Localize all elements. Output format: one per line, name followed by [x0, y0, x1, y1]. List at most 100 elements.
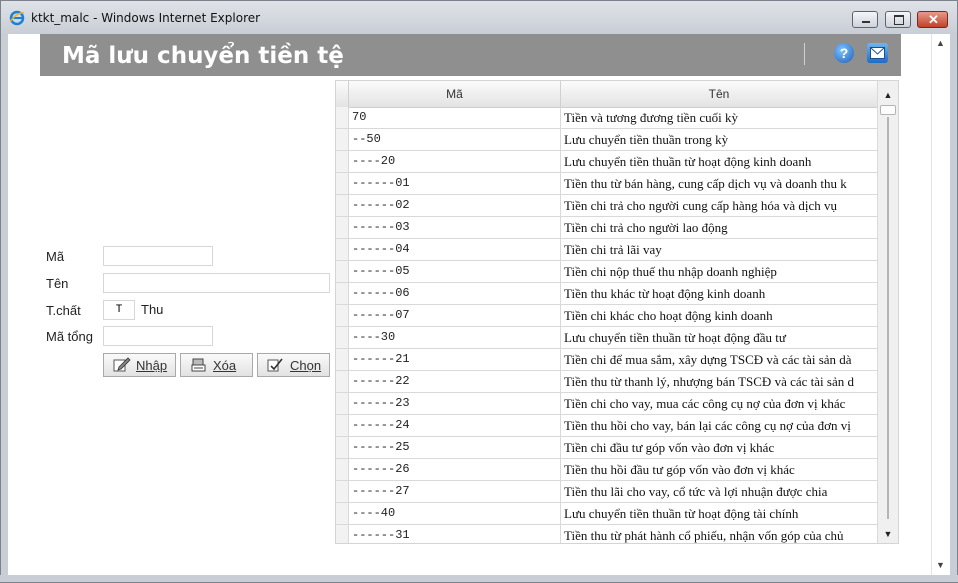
cell-ma[interactable]: ------23: [349, 393, 561, 414]
table-row[interactable]: ----20 Lưu chuyển tiền thuần từ hoạt động…: [336, 151, 877, 173]
table-row[interactable]: ------03 Tiền chi trả cho người lao động: [336, 217, 877, 239]
table-row[interactable]: ----30 Lưu chuyển tiền thuần từ hoạt động…: [336, 327, 877, 349]
table-row[interactable]: --50 Lưu chuyển tiền thuần trong kỳ: [336, 129, 877, 151]
table-row[interactable]: ------07 Tiền chi khác cho hoạt động kinh…: [336, 305, 877, 327]
cell-ma[interactable]: ------05: [349, 261, 561, 282]
cell-ten[interactable]: Tiền chi nộp thuế thu nhập doanh nghiệp: [561, 261, 877, 282]
grid-scroll-up-icon[interactable]: ▲: [878, 87, 898, 104]
table-row[interactable]: ------05 Tiền chi nộp thuế thu nhập doanh…: [336, 261, 877, 283]
row-selector[interactable]: [336, 503, 349, 524]
cell-ma[interactable]: ------01: [349, 173, 561, 194]
row-selector[interactable]: [336, 327, 349, 348]
scroll-up-icon[interactable]: ▲: [936, 38, 945, 48]
grid-scroll-thumb[interactable]: [880, 105, 896, 115]
tchat-input[interactable]: T: [103, 300, 135, 320]
cell-ma[interactable]: ------03: [349, 217, 561, 238]
table-row[interactable]: ------24 Tiền thu hồi cho vay, bán lại cá…: [336, 415, 877, 437]
cell-ten[interactable]: Tiền thu hồi cho vay, bán lại các công c…: [561, 415, 877, 436]
cell-ma[interactable]: ------26: [349, 459, 561, 480]
cell-ma[interactable]: ----20: [349, 151, 561, 172]
cell-ten[interactable]: Tiền thu hồi đầu tư góp vốn vào đơn vị k…: [561, 459, 877, 480]
cell-ten[interactable]: Tiền thu khác từ hoạt động kinh doanh: [561, 283, 877, 304]
xoa-button[interactable]: Xóa: [180, 353, 253, 377]
cell-ma[interactable]: --50: [349, 129, 561, 150]
column-header-ma[interactable]: Mã: [349, 81, 561, 107]
cell-ma[interactable]: ------07: [349, 305, 561, 326]
cell-ten[interactable]: Tiền chi trả lãi vay: [561, 239, 877, 260]
row-selector[interactable]: [336, 415, 349, 436]
table-row[interactable]: ------21 Tiền chi để mua sắm, xây dựng TS…: [336, 349, 877, 371]
table-row[interactable]: ------02 Tiền chi trả cho người cung cấp …: [336, 195, 877, 217]
cell-ten[interactable]: Lưu chuyển tiền thuần từ hoạt động đầu t…: [561, 327, 877, 348]
cell-ten[interactable]: Tiền thu từ phát hành cổ phiếu, nhận vốn…: [561, 525, 877, 543]
row-selector[interactable]: [336, 239, 349, 260]
cell-ten[interactable]: Tiền thu lãi cho vay, cổ tức và lợi nhuậ…: [561, 481, 877, 502]
cell-ma[interactable]: ------31: [349, 525, 561, 543]
help-icon[interactable]: ?: [834, 43, 854, 63]
table-row[interactable]: ------06 Tiền thu khác từ hoạt động kinh …: [336, 283, 877, 305]
row-selector[interactable]: [336, 305, 349, 326]
row-selector[interactable]: [336, 459, 349, 480]
table-row[interactable]: ------27 Tiền thu lãi cho vay, cổ tức và …: [336, 481, 877, 503]
cell-ten[interactable]: Tiền chi trả cho người cung cấp hàng hóa…: [561, 195, 877, 216]
column-header-ten[interactable]: Tên: [561, 81, 877, 107]
grid-scrollbar[interactable]: ▲ ▼: [877, 81, 898, 543]
mail-icon[interactable]: [867, 43, 888, 63]
row-selector[interactable]: [336, 107, 349, 128]
close-button[interactable]: ✕: [917, 11, 948, 28]
cell-ten[interactable]: Lưu chuyển tiền thuần trong kỳ: [561, 129, 877, 150]
cell-ten[interactable]: Tiền chi trả cho người lao động: [561, 217, 877, 238]
chon-button[interactable]: Chọn: [257, 353, 330, 377]
cell-ma[interactable]: ------25: [349, 437, 561, 458]
cell-ten[interactable]: Tiền thu từ bán hàng, cung cấp dịch vụ v…: [561, 173, 877, 194]
table-row[interactable]: ------04 Tiền chi trả lãi vay: [336, 239, 877, 261]
cell-ten[interactable]: Tiền thu từ thanh lý, nhượng bán TSCĐ và…: [561, 371, 877, 392]
ma-input[interactable]: [103, 246, 213, 266]
cell-ma[interactable]: ------04: [349, 239, 561, 260]
row-selector[interactable]: [336, 437, 349, 458]
cell-ten[interactable]: Tiền và tương đương tiền cuối kỳ: [561, 107, 877, 128]
cell-ma[interactable]: ------06: [349, 283, 561, 304]
grid-scroll-down-icon[interactable]: ▼: [878, 526, 898, 543]
cell-ma[interactable]: ------24: [349, 415, 561, 436]
matong-input[interactable]: [103, 326, 213, 346]
cell-ma[interactable]: ----40: [349, 503, 561, 524]
scroll-down-icon[interactable]: ▼: [936, 560, 945, 570]
row-selector[interactable]: [336, 129, 349, 150]
row-selector[interactable]: [336, 151, 349, 172]
row-selector[interactable]: [336, 261, 349, 282]
table-row[interactable]: ------31 Tiền thu từ phát hành cổ phiếu, …: [336, 525, 877, 543]
cell-ten[interactable]: Tiền chi khác cho hoạt động kinh doanh: [561, 305, 877, 326]
row-selector[interactable]: [336, 393, 349, 414]
row-selector[interactable]: [336, 217, 349, 238]
nhap-button[interactable]: Nhập: [103, 353, 176, 377]
row-selector[interactable]: [336, 349, 349, 370]
table-row[interactable]: ------25 Tiền chi đầu tư góp vốn vào đơn …: [336, 437, 877, 459]
row-selector[interactable]: [336, 283, 349, 304]
row-selector[interactable]: [336, 195, 349, 216]
cell-ma[interactable]: ------22: [349, 371, 561, 392]
ten-input[interactable]: [103, 273, 330, 293]
table-row[interactable]: ----40 Lưu chuyển tiền thuần từ hoạt động…: [336, 503, 877, 525]
cell-ma[interactable]: ------27: [349, 481, 561, 502]
cell-ten[interactable]: Tiền chi cho vay, mua các công cụ nợ của…: [561, 393, 877, 414]
table-row[interactable]: ------26 Tiền thu hồi đầu tư góp vốn vào …: [336, 459, 877, 481]
row-selector[interactable]: [336, 481, 349, 502]
row-selector[interactable]: [336, 525, 349, 543]
table-row[interactable]: ------22 Tiền thu từ thanh lý, nhượng bán…: [336, 371, 877, 393]
table-row[interactable]: ------23 Tiền chi cho vay, mua các công c…: [336, 393, 877, 415]
page-scrollbar[interactable]: ▲ ▼: [931, 34, 950, 575]
cell-ma[interactable]: ------21: [349, 349, 561, 370]
table-row[interactable]: ------01 Tiền thu từ bán hàng, cung cấp d…: [336, 173, 877, 195]
cell-ten[interactable]: Tiền chi để mua sắm, xây dựng TSCĐ và cá…: [561, 349, 877, 370]
row-selector[interactable]: [336, 173, 349, 194]
row-selector[interactable]: [336, 371, 349, 392]
cell-ma[interactable]: 70: [349, 107, 561, 128]
minimize-button[interactable]: [852, 11, 878, 28]
cell-ten[interactable]: Tiền chi đầu tư góp vốn vào đơn vị khác: [561, 437, 877, 458]
cell-ma[interactable]: ----30: [349, 327, 561, 348]
table-row[interactable]: 70 Tiền và tương đương tiền cuối kỳ: [336, 107, 877, 129]
cell-ten[interactable]: Lưu chuyển tiền thuần từ hoạt động tài c…: [561, 503, 877, 524]
cell-ten[interactable]: Lưu chuyển tiền thuần từ hoạt động kinh …: [561, 151, 877, 172]
cell-ma[interactable]: ------02: [349, 195, 561, 216]
